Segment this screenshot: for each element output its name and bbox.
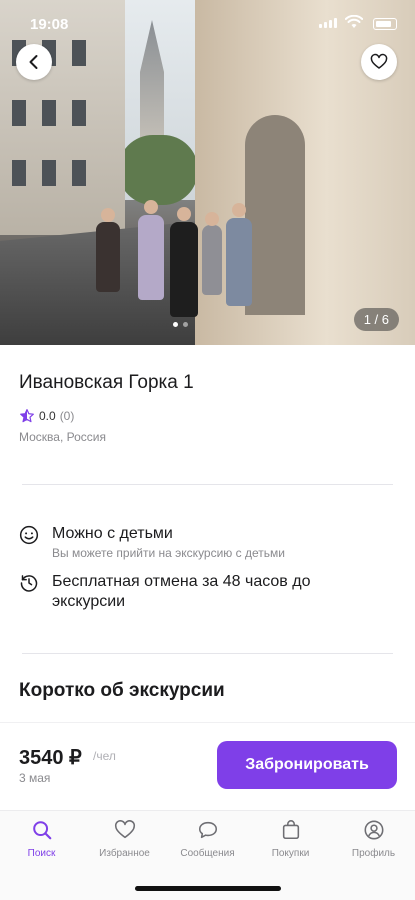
smiley-icon <box>19 525 39 545</box>
favorite-button[interactable] <box>361 44 397 80</box>
tab-label: Поиск <box>27 848 56 859</box>
photo-person <box>138 215 164 300</box>
photo-archway <box>245 115 305 315</box>
back-button[interactable] <box>16 44 52 80</box>
divider <box>22 484 393 485</box>
section-title-about: Коротко об экскурсии <box>19 680 225 701</box>
gallery-pagination <box>173 322 188 327</box>
photo-person <box>202 225 222 295</box>
home-indicator[interactable] <box>135 886 281 891</box>
photo-person <box>226 218 252 306</box>
feature-kids: Можно с детьми Вы можете прийти на экску… <box>19 524 285 560</box>
tab-label: Избранное <box>99 848 150 859</box>
rating[interactable]: 0.0 (0) <box>19 408 74 424</box>
tab-search[interactable]: Поиск <box>0 819 83 859</box>
price: 3540 ₽ <box>19 747 82 769</box>
star-icon <box>20 409 34 423</box>
profile-icon <box>364 820 383 840</box>
feature-subtitle: Вы можете прийти на экскурсию с детьми <box>52 546 285 560</box>
status-time: 19:08 <box>30 16 69 33</box>
tab-label: Покупки <box>271 848 310 859</box>
feature-title: Можно с детьми <box>52 525 173 542</box>
chevron-left-icon <box>29 55 38 69</box>
chat-icon <box>198 821 217 839</box>
pagination-dot <box>173 322 178 327</box>
excursion-date: 3 мая <box>19 771 51 785</box>
excursion-photo[interactable] <box>0 0 415 345</box>
rating-value: 0.0 <box>39 409 56 423</box>
photo-trees <box>118 135 198 205</box>
photo-person <box>170 222 198 317</box>
location: Москва, Россия <box>19 430 106 444</box>
cellular-signal-icon <box>319 18 337 28</box>
clock-history-icon <box>20 575 38 592</box>
battery-icon <box>373 18 397 30</box>
bag-icon <box>282 820 299 840</box>
feature-title: Бесплатная отмена за 48 часов до экскурс… <box>52 573 311 610</box>
book-button[interactable]: Забронировать <box>217 741 397 789</box>
gallery-counter: 1 / 6 <box>353 308 399 331</box>
feature-free-cancellation: Бесплатная отмена за 48 часов до экскурс… <box>19 572 372 612</box>
search-icon <box>32 821 51 840</box>
booking-bar: 3540 ₽ /чел 3 мая Забронировать <box>0 722 415 810</box>
tab-label: Профиль <box>351 848 396 859</box>
pagination-dot <box>183 322 188 327</box>
excursion-title: Ивановская Горка 1 <box>19 372 194 393</box>
tab-favorites[interactable]: Избранное <box>83 819 166 859</box>
price-unit: /чел <box>93 749 116 763</box>
tab-messages[interactable]: Сообщения <box>166 819 249 859</box>
tab-label: Сообщения <box>180 848 235 859</box>
tab-purchases[interactable]: Покупки <box>249 819 332 859</box>
heart-icon <box>114 820 135 839</box>
reviews-count: (0) <box>59 409 75 423</box>
heart-icon <box>370 53 388 69</box>
tab-profile[interactable]: Профиль <box>332 819 415 859</box>
wifi-icon <box>345 15 363 28</box>
divider <box>22 653 393 654</box>
photo-person <box>96 222 120 292</box>
status-bar: 19:08 <box>0 0 415 46</box>
